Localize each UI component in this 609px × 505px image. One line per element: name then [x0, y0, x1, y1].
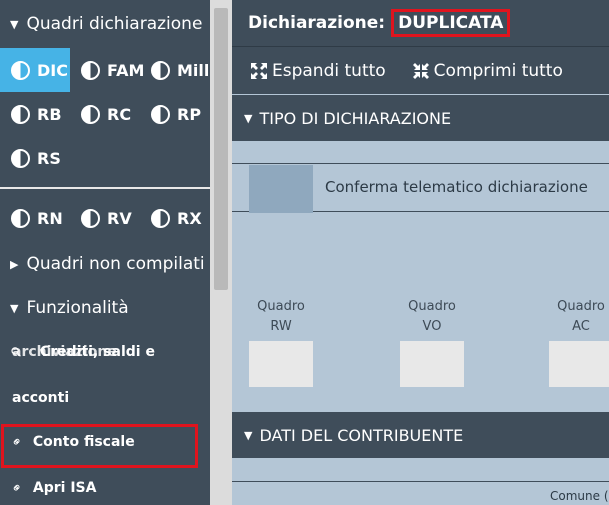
- panel-dati-contribuente-header[interactable]: ▼ DATI DEL CONTRIBUENTE: [232, 412, 609, 458]
- panel-spacer: [232, 392, 609, 412]
- quadro-rw-field[interactable]: [249, 341, 313, 387]
- status-badge: DUPLICATA: [391, 9, 511, 37]
- sidebar-scroll-thumb[interactable]: [214, 8, 228, 290]
- section-quadri-label: Quadri dichiarazione: [26, 14, 203, 34]
- main-content: Dichiarazione: DUPLICATA Espandi tutto C…: [232, 0, 609, 505]
- divider: [232, 481, 609, 482]
- quadro-code: RP: [177, 104, 202, 124]
- panel-contribuente-title: DATI DEL CONTRIBUENTE: [259, 425, 464, 445]
- half-circle-icon: [81, 104, 100, 124]
- half-circle-icon: [151, 104, 170, 124]
- caret-down-icon: ▼: [244, 428, 253, 442]
- page-title-bar: Dichiarazione: DUPLICATA: [232, 0, 609, 46]
- quadro-label-vo: Quadro VO: [408, 299, 456, 334]
- quadro-code: RN: [37, 208, 63, 228]
- section-funzionalita-label: Funzionalità: [26, 298, 129, 318]
- section-quadri-non-compilati[interactable]: ▶ Quadri non compilati: [0, 242, 210, 286]
- quadro-vo-field[interactable]: [400, 341, 464, 387]
- half-circle-icon: [151, 60, 170, 80]
- quadro-code: FAM: [107, 60, 145, 80]
- panel-tipo-title: TIPO DI DICHIARAZIONE: [259, 108, 452, 128]
- collapse-icon: [412, 62, 429, 79]
- quadro-button-rx[interactable]: RX: [140, 196, 210, 240]
- quadro-button-rb[interactable]: RB: [0, 92, 70, 136]
- telematico-label: Conferma telematico dichiarazione: [325, 178, 588, 196]
- func-item-apri-isa-label: Apri ISA: [32, 480, 97, 496]
- highlight-conto-fiscale: [1, 424, 198, 468]
- quadro-code: DIC: [37, 60, 68, 80]
- comune-label: Comune (: [550, 489, 609, 503]
- toolbar: Espandi tutto Comprimi tutto: [232, 46, 609, 94]
- sidebar: ▼ Quadri dichiarazione DIC FAM Mille RB: [0, 0, 232, 505]
- quadro-label-rw: Quadro RW: [257, 299, 305, 334]
- quadro-button-rc[interactable]: RC: [70, 92, 140, 136]
- caret-down-icon: ▼: [244, 111, 253, 125]
- half-circle-icon: [11, 104, 30, 124]
- half-circle-icon: [11, 60, 30, 80]
- func-item-crediti-line2[interactable]: acconti: [12, 390, 69, 406]
- half-circle-icon: [81, 208, 100, 228]
- quadro-button-dic[interactable]: DIC: [0, 48, 70, 92]
- quadri-row-1: DIC FAM Mille: [0, 48, 210, 92]
- page-title: Dichiarazione:: [248, 13, 386, 33]
- half-circle-icon: [81, 60, 100, 80]
- link-icon: ⚭: [8, 478, 27, 498]
- section-quadri-dichiarazione[interactable]: ▼ Quadri dichiarazione: [0, 2, 210, 46]
- quadro-ac-field[interactable]: [549, 341, 609, 387]
- quadri-row-4: RN RV RX: [0, 196, 210, 240]
- func-item-apri-isa[interactable]: ⚭ Apri ISA: [8, 479, 97, 497]
- quadro-code: Mille: [177, 60, 210, 80]
- half-circle-icon: [151, 208, 170, 228]
- caret-right-icon: ▶: [10, 257, 19, 271]
- caret-down-icon: ▼: [10, 301, 19, 315]
- caret-down-icon: ▼: [10, 17, 19, 31]
- section-funzionalita[interactable]: ▼ Funzionalità: [0, 286, 210, 330]
- quadro-code: RX: [177, 208, 202, 228]
- section-non-compilati-label: Quadri non compilati: [26, 254, 205, 274]
- telematico-checkbox[interactable]: [249, 165, 313, 213]
- sidebar-divider: [0, 187, 210, 189]
- expand-icon: [251, 62, 267, 79]
- quadro-code: RV: [107, 208, 132, 228]
- half-circle-icon: [11, 208, 30, 228]
- quadri-row-2: RB RC RP: [0, 92, 210, 136]
- sidebar-scrollbar[interactable]: [210, 0, 232, 505]
- divider: [232, 163, 609, 164]
- func-item-acconti-label: acconti: [12, 390, 70, 406]
- func-item-crediti-label: Crediti, saldi e: [40, 344, 155, 360]
- expand-all-button[interactable]: Espandi tutto: [250, 61, 386, 81]
- quadro-code: RC: [107, 104, 132, 124]
- collapse-all-button[interactable]: Comprimi tutto: [412, 61, 563, 81]
- quadro-button-rs[interactable]: RS: [0, 136, 70, 180]
- quadro-button-rv[interactable]: RV: [70, 196, 140, 240]
- collapse-all-label: Comprimi tutto: [433, 60, 563, 81]
- quadro-label-ac: Quadro AC: [557, 299, 605, 334]
- quadro-button-rp[interactable]: RP: [140, 92, 210, 136]
- quadro-code: RS: [37, 148, 61, 168]
- expand-all-label: Espandi tutto: [272, 60, 386, 81]
- quadri-row-3: RS: [0, 136, 210, 180]
- quadro-button-mille[interactable]: Mille: [140, 48, 210, 92]
- quadro-button-fam[interactable]: FAM: [70, 48, 144, 92]
- quadro-code: RB: [37, 104, 62, 124]
- panel-tipo-dichiarazione-header[interactable]: ▼ TIPO DI DICHIARAZIONE: [232, 95, 609, 141]
- half-circle-icon: [11, 148, 30, 168]
- quadro-button-rn[interactable]: RN: [0, 196, 70, 240]
- sidebar-content: ▼ Quadri dichiarazione DIC FAM Mille RB: [0, 0, 210, 505]
